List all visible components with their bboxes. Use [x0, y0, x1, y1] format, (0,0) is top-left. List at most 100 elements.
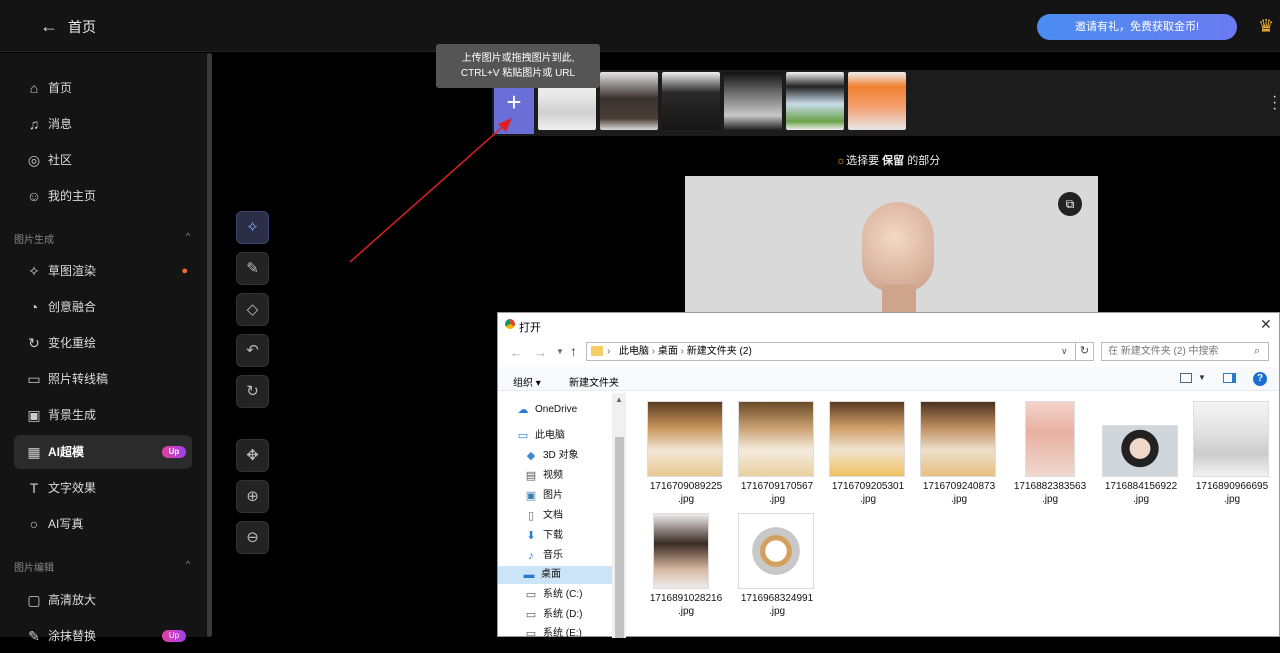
- sidebar-item-variation[interactable]: ↻ 变化重绘: [14, 326, 192, 360]
- undo-tool[interactable]: ↶: [236, 334, 269, 367]
- strip-thumbnail[interactable]: [848, 72, 906, 130]
- address-bar[interactable]: › 此电脑 › 桌面 › 新建文件夹 (2) ∨: [586, 342, 1076, 361]
- invite-button[interactable]: 邀请有礼，免费获取金币!: [1037, 14, 1237, 40]
- up-badge: Up: [162, 630, 186, 642]
- zoom-in-tool[interactable]: ⊕: [236, 480, 269, 513]
- file-item[interactable]: 1716968324991 .jpg: [734, 513, 820, 623]
- tree-scrollbar-thumb[interactable]: [615, 437, 624, 638]
- page-title: 首页: [68, 19, 96, 35]
- file-thumbnail: [920, 401, 996, 477]
- file-name: 1716890966695 .jpg: [1195, 481, 1269, 505]
- forward-icon[interactable]: →: [534, 345, 547, 360]
- move-tool[interactable]: ✥: [236, 439, 269, 472]
- dialog-title: 打开: [519, 322, 541, 334]
- back-icon[interactable]: ←: [510, 345, 523, 360]
- strip-thumbnail[interactable]: [600, 72, 658, 130]
- portrait-icon: ○: [29, 516, 39, 532]
- new-folder-button[interactable]: 新建文件夹: [569, 374, 619, 389]
- file-thumbnail: [647, 401, 723, 477]
- chevron-down-icon[interactable]: ▼: [1198, 373, 1206, 382]
- tree-item-3d[interactable]: ◆ 3D 对象: [524, 447, 579, 465]
- annotation-arrow: [349, 118, 512, 263]
- breadcrumb-item[interactable]: 此电脑: [619, 346, 649, 357]
- file-item[interactable]: 1716709240873 .jpg: [916, 401, 1002, 511]
- blend-icon: ◔: [29, 299, 39, 315]
- file-item[interactable]: 1716882383563 .jpg: [1007, 401, 1093, 511]
- tree-item-desktop[interactable]: ▬ 桌面: [498, 566, 612, 584]
- eraser-icon: ◇: [246, 301, 259, 318]
- brush-icon: ✎: [28, 628, 40, 644]
- file-item[interactable]: 1716709089225 .jpg: [643, 401, 729, 511]
- more-options-icon[interactable]: · · ·: [1272, 89, 1277, 117]
- strip-thumbnail[interactable]: [662, 72, 720, 130]
- sidebar-item-photo-to-lineart[interactable]: ▭ 照片转线稿: [14, 362, 192, 396]
- crop-icon[interactable]: ⧉: [1058, 192, 1082, 216]
- refresh-icon[interactable]: ↻: [1076, 342, 1094, 361]
- sidebar-item-messages[interactable]: ♫ 消息: [14, 107, 192, 141]
- tree-item-drive-d[interactable]: ▭ 系统 (D:): [524, 606, 583, 624]
- file-name: 1716709205301 .jpg: [831, 481, 905, 505]
- sidebar-item-smear-replace[interactable]: ✎ 涂抹替换 Up: [14, 619, 192, 653]
- chevron-down-icon[interactable]: ▼: [556, 347, 564, 356]
- file-item[interactable]: 1716709205301 .jpg: [825, 401, 911, 511]
- file-item[interactable]: 1716891028216 .jpg: [643, 513, 729, 623]
- up-arrow-icon[interactable]: ↑: [570, 343, 577, 359]
- tree-item-this-pc[interactable]: ▭ 此电脑: [516, 427, 565, 445]
- sidebar-item-label: 照片转线稿: [48, 372, 109, 386]
- tree-label: 此电脑: [535, 430, 565, 441]
- sidebar-item-profile[interactable]: ☺ 我的主页: [14, 179, 192, 213]
- crown-icon[interactable]: ♛: [1258, 16, 1274, 37]
- tree-item-music[interactable]: ♪ 音乐: [524, 547, 563, 565]
- file-thumbnail: [1102, 425, 1178, 477]
- breadcrumb-item[interactable]: 桌面: [658, 346, 678, 357]
- tree-label: 下载: [543, 530, 563, 541]
- tree-item-pictures[interactable]: ▣ 图片: [524, 487, 563, 505]
- sidebar-item-sketch-render[interactable]: ✧ 草图渲染 ●: [14, 254, 192, 288]
- tree-label: 桌面: [541, 569, 561, 580]
- tree-label: 视频: [543, 470, 563, 481]
- strip-thumbnail[interactable]: [724, 72, 782, 130]
- view-icon[interactable]: [1180, 373, 1192, 383]
- file-name: 1716709240873 .jpg: [922, 481, 996, 505]
- file-item[interactable]: 1716709170567 .jpg: [734, 401, 820, 511]
- file-name: 1716884156922 .jpg: [1104, 481, 1178, 505]
- section-image-editing[interactable]: 图片编辑 ^: [14, 559, 190, 574]
- tree-item-drive-c[interactable]: ▭ 系统 (C:): [524, 586, 583, 604]
- chevron-down-icon[interactable]: ∨: [1061, 343, 1068, 360]
- preview-pane-icon[interactable]: [1223, 373, 1236, 383]
- section-image-generation[interactable]: 图片生成 ^: [14, 231, 190, 246]
- sidebar-item-community[interactable]: ◎ 社区: [14, 143, 192, 177]
- tree-item-videos[interactable]: ▤ 视频: [524, 467, 563, 485]
- sidebar-item-background-gen[interactable]: ▣ 背景生成: [14, 398, 192, 432]
- help-icon[interactable]: ?: [1253, 372, 1267, 386]
- zoom-out-tool[interactable]: ⊖: [236, 521, 269, 554]
- sidebar-item-hd-upscale[interactable]: ▢ 高清放大: [14, 583, 192, 617]
- file-item[interactable]: 1716884156922 .jpg: [1098, 401, 1184, 511]
- strip-thumbnail[interactable]: [786, 72, 844, 130]
- sidebar-item-ai-portrait[interactable]: ○ AI写真: [14, 507, 192, 541]
- sidebar-item-home[interactable]: ⌂ 首页: [14, 71, 192, 105]
- breadcrumb-item[interactable]: 新建文件夹 (2): [687, 346, 752, 357]
- sidebar-item-label: 首页: [48, 81, 73, 95]
- tree-item-downloads[interactable]: ⬇ 下载: [524, 527, 563, 545]
- file-thumbnail: [653, 513, 709, 589]
- search-input[interactable]: 在 新建文件夹 (2) 中搜索 ⌕: [1101, 342, 1269, 361]
- sidebar-scrollbar[interactable]: [207, 53, 212, 637]
- sidebar-item-creative-blend[interactable]: ◔ 创意融合: [14, 290, 192, 324]
- back-arrow-icon[interactable]: ←: [40, 16, 60, 36]
- brush-tool[interactable]: ✎: [236, 252, 269, 285]
- scroll-up-icon[interactable]: ▲: [615, 395, 623, 404]
- tree-item-onedrive[interactable]: ☁ OneDrive: [516, 401, 578, 419]
- organize-menu[interactable]: 组织 ▾: [513, 374, 541, 389]
- tree-item-documents[interactable]: ▯ 文档: [524, 507, 563, 525]
- reset-tool[interactable]: ↻: [236, 375, 269, 408]
- file-item[interactable]: 1716890966695 .jpg: [1189, 401, 1275, 511]
- eraser-tool[interactable]: ◇: [236, 293, 269, 326]
- reset-icon: ↻: [246, 383, 259, 400]
- sidebar-item-ai-model[interactable]: ▦ AI超模 Up: [14, 435, 192, 469]
- sidebar-item-text-effect[interactable]: T 文字效果: [14, 471, 192, 505]
- tree-item-drive-e[interactable]: ▭ 系统 (E:): [524, 625, 582, 643]
- magic-select-tool[interactable]: ✧: [236, 211, 269, 244]
- text-icon: T: [29, 480, 39, 496]
- close-icon[interactable]: ✕: [1260, 316, 1272, 333]
